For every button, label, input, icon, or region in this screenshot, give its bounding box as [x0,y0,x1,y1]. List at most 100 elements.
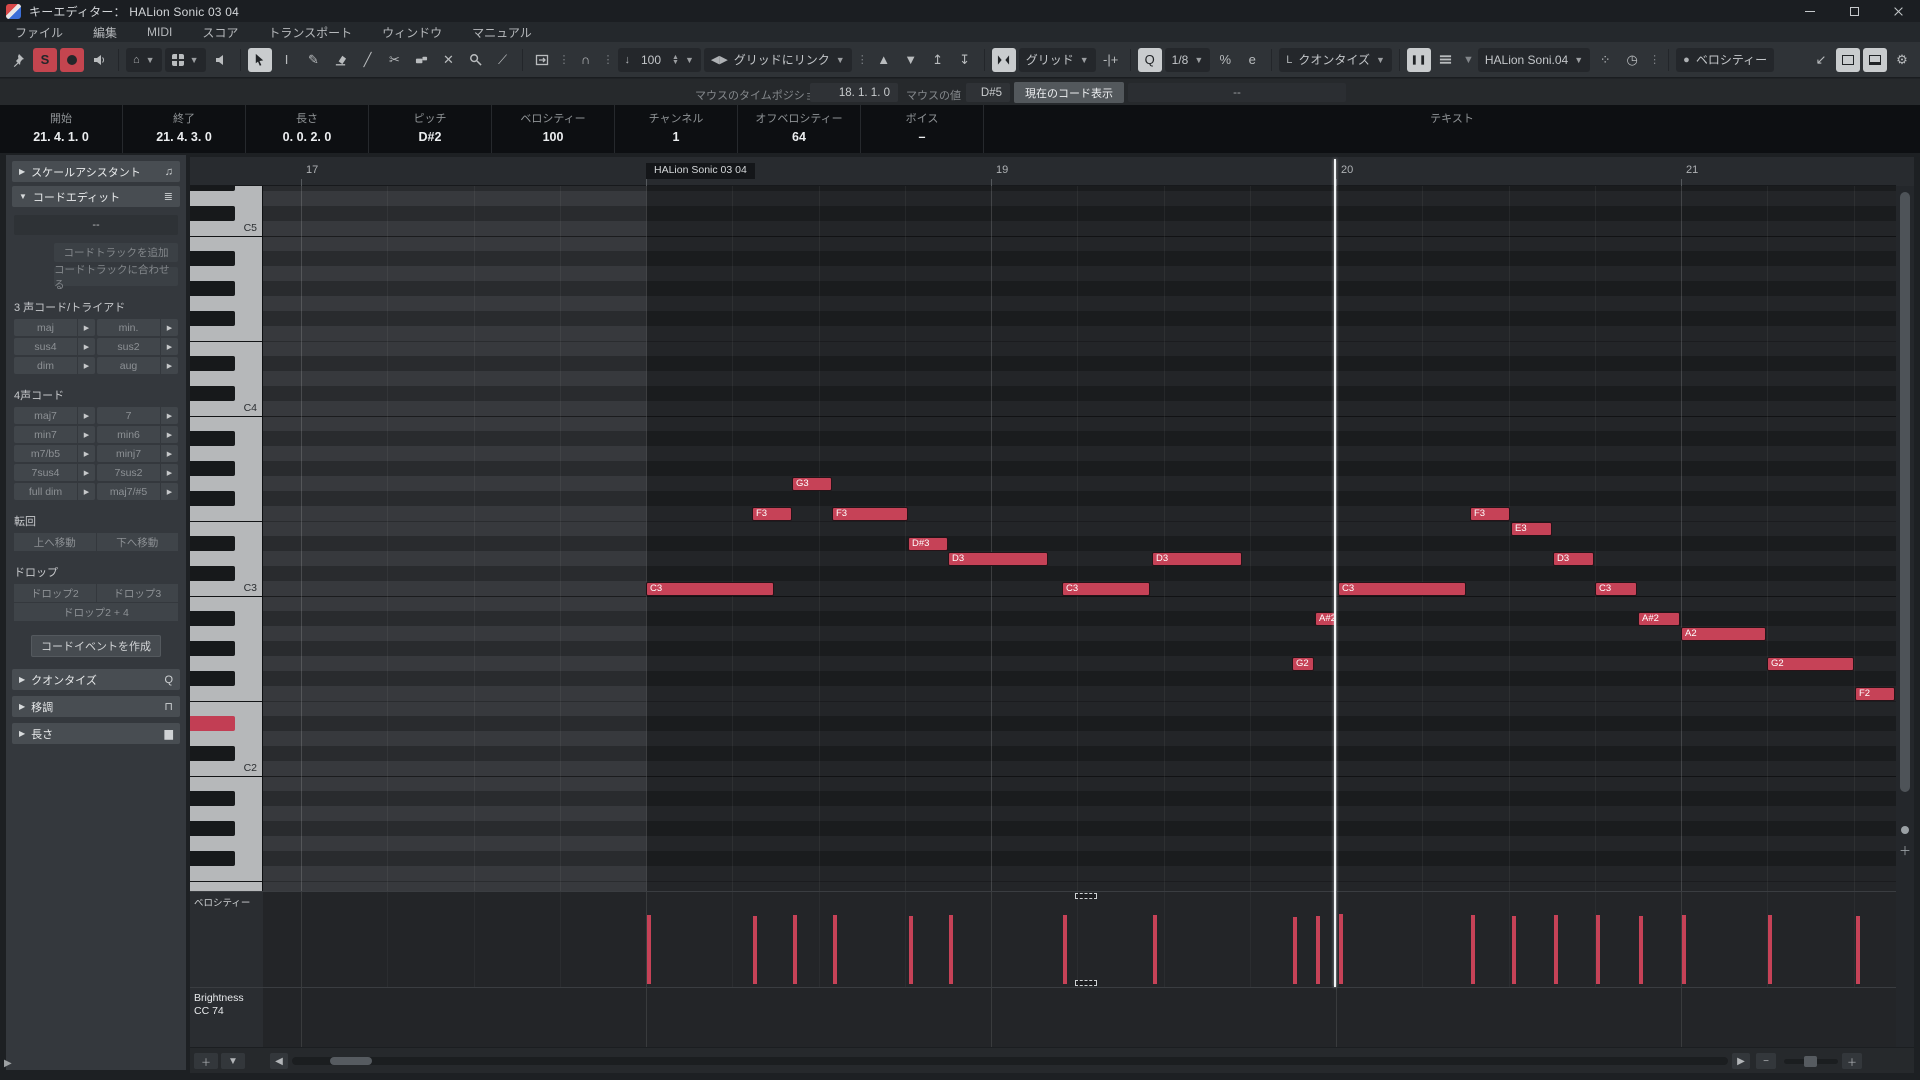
controller-lane-selector[interactable]: ● ベロシティー [1676,47,1775,72]
black-key[interactable] [190,491,235,506]
black-key[interactable] [190,281,235,296]
menu-item[interactable]: ウィンドウ [367,24,457,41]
acoustic-feedback-icon[interactable] [87,48,111,72]
show-part-borders-button[interactable] [1406,47,1431,72]
drop-button[interactable]: ドロップ2 [14,584,96,602]
current-chord-display-button[interactable]: 現在のコード表示 [1014,82,1124,103]
multi-part-icon[interactable]: ⁘ [1593,48,1617,72]
length-panel-header[interactable]: ▶ 長さ ▆ [12,723,180,744]
menu-item[interactable]: トランスポート [253,24,367,41]
midi-note-G2[interactable]: G2 [1767,657,1854,671]
horizontal-scrollbar[interactable] [292,1057,1728,1065]
snap-button[interactable] [991,47,1016,72]
chord-pad-sus4[interactable]: sus4 ▶ [14,338,95,355]
chord-pad-arrow-icon[interactable]: ▶ [78,483,95,500]
v-zoom-dot-icon[interactable] [1901,826,1909,834]
kebab-icon[interactable]: ⋮ [857,53,868,66]
info-field-value[interactable]: 0. 0. 2. 0 [283,130,332,144]
chord-pad-maj[interactable]: maj ▶ [14,319,95,336]
velocity-bar[interactable] [753,916,757,984]
velocity-bar[interactable] [909,916,913,984]
trim-tool[interactable]: I [275,48,299,72]
chord-edit-panel[interactable]: ▼ コードエディット ≣ [12,186,180,207]
chord-pad-sus2[interactable]: sus2 ▶ [97,338,178,355]
maximize-button[interactable] [1832,0,1876,22]
chord-pad-min[interactable]: min. ▶ [97,319,178,336]
chord-pad-min7[interactable]: min7 ▶ [14,426,95,443]
menu-item[interactable]: ファイル [0,24,78,41]
edit-active-part-icon[interactable] [1434,48,1458,72]
midi-note-C3[interactable]: C3 [1595,582,1637,596]
chord-pad-arrow-icon[interactable]: ▶ [161,445,178,462]
left-zone-toggle[interactable] [1836,47,1860,72]
black-key[interactable] [190,461,235,476]
cc-lane[interactable] [263,988,1896,1047]
add-chord-track-button[interactable]: コードトラックを追加 [54,243,178,262]
open-in-lower-zone-icon[interactable]: ↙ [1809,48,1833,72]
chord-pad-arrow-icon[interactable]: ▶ [78,445,95,462]
nudge-down-icon[interactable]: ▼ [899,48,923,72]
solo-button[interactable]: S [33,47,57,72]
chord-pad-arrow-icon[interactable]: ▶ [78,357,95,374]
velocity-bar[interactable] [1316,916,1320,984]
chord-pad-dim[interactable]: dim ▶ [14,357,95,374]
select-tool[interactable] [247,47,272,72]
glue-tool[interactable] [410,48,434,72]
black-key[interactable] [190,311,235,326]
midi-note-E3[interactable]: E3 [1511,522,1552,536]
chord-pad-arrow-icon[interactable]: ▶ [161,357,178,374]
iterative-quantize-icon[interactable]: % [1213,48,1237,72]
knife-tool[interactable]: ╱ [356,48,380,72]
black-key[interactable] [190,851,235,866]
black-key[interactable] [190,611,235,626]
midi-note-D3[interactable]: D3 [1553,552,1594,566]
info-field-value[interactable]: – [919,130,926,144]
info-field-value[interactable]: D#2 [419,130,442,144]
midi-note-Ds3[interactable]: D#3 [908,537,948,551]
midi-note-F2[interactable]: F2 [1855,687,1895,701]
chord-pad-arrow-icon[interactable]: ▶ [161,464,178,481]
chord-pad-7sus4[interactable]: 7sus4 ▶ [14,464,95,481]
scroll-left-icon[interactable]: ◀ [270,1053,288,1069]
chord-pad-7[interactable]: 7 ▶ [97,407,178,424]
midi-note-F3[interactable]: F3 [752,507,792,521]
velocity-bar[interactable] [1063,915,1067,984]
info-field-value[interactable]: 21. 4. 3. 0 [156,130,212,144]
velocity-bar[interactable] [1554,915,1558,984]
midi-note-D3[interactable]: D3 [948,552,1048,566]
sidebar-expand-icon[interactable]: ▶ [4,1058,12,1069]
match-chord-track-button[interactable]: コードトラックに合わせる [54,264,178,291]
create-chord-event-button[interactable]: コードイベントを作成 [31,635,161,657]
chord-pad-m7b5[interactable]: m7/b5 ▶ [14,445,95,462]
move-down-icon[interactable]: ↧ [953,48,977,72]
chord-pad-maj7[interactable]: maj7 ▶ [14,407,95,424]
info-field-value[interactable]: 64 [792,130,806,144]
mute-tool[interactable]: ✕ [437,48,461,72]
chord-pad-7sus2[interactable]: 7sus2 ▶ [97,464,178,481]
grid-type-selector[interactable]: グリッド ▼ [1018,47,1096,72]
highlighted-key[interactable] [190,716,235,731]
midi-note-C3[interactable]: C3 [1062,582,1150,596]
vertical-scrollbar[interactable]: ＋ [1896,186,1914,1047]
info-field-value[interactable]: 100 [543,130,564,144]
velocity-bar[interactable] [1153,915,1157,984]
chord-pad-arrow-icon[interactable]: ▶ [78,464,95,481]
chord-pad-arrow-icon[interactable]: ▶ [78,407,95,424]
h-zoom-out-button[interactable]: − [1756,1053,1776,1069]
chord-pad-arrow-icon[interactable]: ▶ [161,319,178,336]
setup-toolbar-icon[interactable]: ⚙ [1890,48,1914,72]
black-key[interactable] [190,746,235,761]
info-field[interactable]: ピッチ D#2 [369,105,492,153]
kebab-icon[interactable]: ⋮ [603,53,614,66]
midi-note-A2[interactable]: A2 [1681,627,1766,641]
autoscroll-button[interactable] [530,48,554,72]
kebab-icon[interactable]: ⋮ [1649,53,1660,66]
chord-pad-min6[interactable]: min6 ▶ [97,426,178,443]
inversion-button[interactable]: 上へ移動 [14,533,96,551]
lower-zone-toggle[interactable] [1863,47,1887,72]
midi-note-C3[interactable]: C3 [646,582,774,596]
velocity-bar[interactable] [1639,916,1643,984]
info-field[interactable]: 終了 21. 4. 3. 0 [123,105,246,153]
nudge-up-icon[interactable]: ▲ [872,48,896,72]
velocity-bar[interactable] [833,915,837,984]
